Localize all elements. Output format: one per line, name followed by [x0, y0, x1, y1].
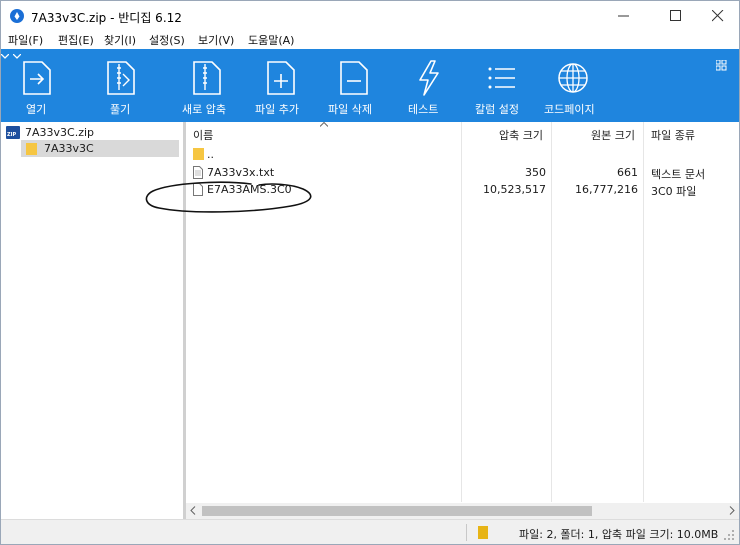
- menu-file[interactable]: 파일(F): [8, 32, 43, 48]
- file-row-parent[interactable]: ..: [186, 146, 739, 163]
- delete-file-label: 파일 삭제: [328, 103, 372, 116]
- status-divider: [466, 524, 467, 541]
- maximize-button[interactable]: [653, 1, 699, 31]
- folder-icon: [26, 143, 37, 155]
- lightning-icon: [419, 60, 439, 96]
- new-archive-button[interactable]: 새로 압축: [179, 49, 235, 122]
- status-summary: 파일: 2, 폴더: 1, 압축 파일 크기: 10.0MB: [519, 528, 719, 541]
- file-row[interactable]: E7A33AMS.3C0 10,523,517 16,777,216 3C0 파…: [186, 181, 739, 198]
- menu-edit[interactable]: 편집(E): [58, 32, 94, 48]
- column-header-compressed[interactable]: 압축 크기: [499, 127, 543, 143]
- resize-grip-icon[interactable]: [723, 529, 735, 541]
- generic-file-icon: [193, 183, 203, 196]
- minimize-button[interactable]: [601, 1, 647, 31]
- globe-icon: [558, 63, 588, 93]
- menu-find[interactable]: 찾기(I): [104, 32, 136, 48]
- close-button[interactable]: [695, 1, 740, 31]
- file-type: 텍스트 문서: [651, 168, 706, 181]
- folder-tree: ZIP 7A33v3C.zip 7A33v3C: [1, 122, 183, 519]
- toolbar: 열기 풀기 새로 압축 파일 추가 파일 삭제 테스트 칼럼 설정 코드페이지: [0, 49, 739, 122]
- sort-ascending-icon: [320, 122, 328, 127]
- file-name: 7A33v3x.txt: [207, 166, 275, 179]
- open-label: 열기: [26, 103, 47, 116]
- codepage-button[interactable]: 코드페이지: [543, 49, 603, 122]
- file-original-size: 16,777,216: [575, 183, 638, 196]
- file-list: 이름 압축 크기 원본 크기 파일 종류 .. 7A33v3x.txt 350 …: [186, 122, 739, 519]
- new-archive-icon: [193, 61, 221, 95]
- window-title: 7A33v3C.zip - 반디집 6.12: [31, 11, 182, 25]
- title-bar: 7A33v3C.zip - 반디집 6.12: [1, 1, 739, 31]
- column-header-name[interactable]: 이름: [193, 127, 213, 143]
- test-button[interactable]: 테스트: [403, 49, 451, 122]
- open-dropdown-icon[interactable]: [0, 53, 10, 59]
- file-type: 3C0 파일: [651, 185, 697, 198]
- column-settings-label: 칼럼 설정: [475, 103, 519, 116]
- zip-archive-icon: ZIP: [6, 126, 20, 139]
- layout-grid-icon[interactable]: [716, 60, 727, 71]
- delete-file-icon: [340, 61, 368, 95]
- file-name: E7A33AMS.3C0: [207, 183, 292, 196]
- menu-settings[interactable]: 설정(S): [149, 32, 185, 48]
- scroll-left-icon[interactable]: [190, 506, 196, 515]
- file-compressed-size: 350: [525, 166, 546, 179]
- file-compressed-size: 10,523,517: [483, 183, 546, 196]
- file-row[interactable]: 7A33v3x.txt 350 661 텍스트 문서: [186, 164, 739, 181]
- text-file-icon: [193, 166, 203, 179]
- extract-icon: [107, 61, 135, 95]
- column-header-original[interactable]: 원본 크기: [591, 127, 635, 143]
- menu-bar: 파일(F) 편집(E) 찾기(I) 설정(S) 보기(V) 도움말(A): [1, 31, 739, 49]
- scrollbar-thumb[interactable]: [202, 506, 592, 516]
- extract-label: 풀기: [110, 103, 131, 116]
- menu-help[interactable]: 도움말(A): [248, 32, 294, 48]
- bandizip-app-icon: [10, 9, 24, 23]
- extract-button[interactable]: 풀기: [99, 49, 151, 122]
- status-bar: 파일: 2, 폴더: 1, 압축 파일 크기: 10.0MB: [1, 519, 739, 544]
- add-file-label: 파일 추가: [255, 103, 299, 116]
- open-icon: [23, 61, 51, 95]
- test-label: 테스트: [408, 103, 439, 116]
- codepage-label: 코드페이지: [544, 103, 595, 116]
- bandizip-window: 7A33v3C.zip - 반디집 6.12 파일(F) 편집(E) 찾기(I)…: [0, 0, 740, 545]
- menu-view[interactable]: 보기(V): [198, 32, 234, 48]
- open-button[interactable]: 열기: [13, 49, 65, 122]
- tree-item-label: 7A33v3C: [44, 142, 94, 155]
- folder-icon: [193, 148, 204, 160]
- horizontal-scrollbar[interactable]: [186, 503, 739, 519]
- delete-file-button[interactable]: 파일 삭제: [326, 49, 382, 122]
- file-name: ..: [207, 148, 214, 161]
- scroll-right-icon[interactable]: [729, 506, 735, 515]
- add-file-button[interactable]: 파일 추가: [253, 49, 309, 122]
- file-original-size: 661: [617, 166, 638, 179]
- column-settings-button[interactable]: 칼럼 설정: [473, 49, 529, 122]
- tree-root-label: 7A33v3C.zip: [25, 126, 95, 139]
- archive-status-icon: [478, 526, 488, 539]
- column-header-type[interactable]: 파일 종류: [651, 127, 695, 143]
- new-archive-label: 새로 압축: [182, 103, 226, 116]
- add-file-icon: [267, 61, 295, 95]
- list-icon: [488, 67, 515, 89]
- tree-item-folder[interactable]: 7A33v3C: [21, 140, 179, 157]
